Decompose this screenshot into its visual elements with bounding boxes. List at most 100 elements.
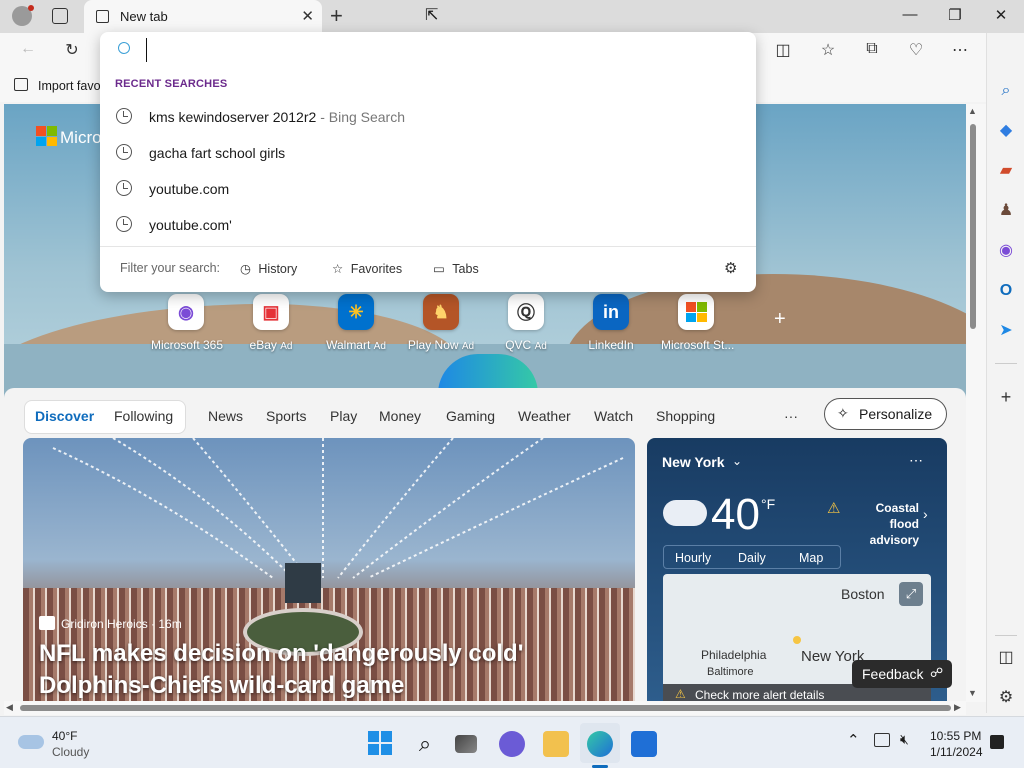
restore-button[interactable]: ❐ [940,6,970,24]
chevron-right-icon[interactable]: › [923,506,928,522]
tab-daily[interactable]: Daily [738,551,766,565]
shopping-tag-icon[interactable]: ◆ [995,120,1017,142]
category-news[interactable]: News [208,408,243,424]
vertical-scroll-thumb[interactable] [970,124,976,329]
edge-taskbar-icon[interactable] [587,731,613,757]
file-explorer-icon[interactable] [543,731,569,757]
refresh-icon[interactable]: ↻ [60,40,84,60]
suggestion-row[interactable]: youtube.com [100,171,756,207]
taskbar-weather-desc: Cloudy [52,745,90,759]
history-icon: ◷ [240,262,251,276]
category-weather[interactable]: Weather [518,408,571,424]
workspaces-icon[interactable] [52,8,68,24]
personalize-label: Personalize [859,406,933,422]
suggestion-row[interactable]: gacha fart school girls [100,135,756,171]
filter-label: Filter your search: [120,261,221,275]
task-view-icon[interactable] [455,735,477,753]
personalize-button[interactable]: ✧ Personalize [824,398,947,430]
category-gaming[interactable]: Gaming [446,408,495,424]
scroll-right-icon[interactable]: ▶ [954,702,961,713]
taskbar-search-icon[interactable]: ⌕ [412,731,438,757]
quick-link-qvc[interactable]: Ⓠ QVC Ad [491,294,561,352]
quick-link-microsoft-store[interactable]: Microsoft St... [661,294,734,352]
filter-settings-gear-icon[interactable]: ⚙ [724,259,737,277]
weather-widget[interactable]: 40°F Cloudy [16,727,116,761]
category-watch[interactable]: Watch [594,408,633,424]
suggestion-row[interactable]: kms kewindoserver 2012r2 - Bing Search [100,99,756,135]
category-play[interactable]: Play [330,408,357,424]
teams-chat-icon[interactable] [499,731,525,757]
play-now-icon: ♞ [423,294,459,330]
quick-link-walmart[interactable]: ✳ Walmart Ad [321,294,391,352]
category-sports[interactable]: Sports [266,408,306,424]
category-shopping[interactable]: Shopping [656,408,715,424]
category-money[interactable]: Money [379,408,421,424]
microsoft365-icon[interactable]: ◉ [995,240,1017,262]
start-button[interactable] [368,731,394,757]
weather-more-icon[interactable]: ⋯ [909,452,923,469]
filter-favorites-label: Favorites [350,262,403,276]
weather-alert[interactable]: Coastal flood advisory [845,500,919,548]
show-hidden-icons[interactable]: ⌃ [847,731,860,749]
mouse-cursor-icon: ⇱ [425,7,439,24]
network-icon[interactable] [874,733,890,747]
more-categories-icon[interactable]: ··· [784,408,798,424]
weather-location[interactable]: New York [662,454,725,470]
add-app-icon[interactable]: + [995,386,1017,408]
quick-link-ebay[interactable]: ▣ eBay Ad [236,294,306,352]
tab-hourly[interactable]: Hourly [675,551,711,565]
quick-link-microsoft365[interactable]: ◉ Microsoft 365 [151,294,223,352]
browser-essentials-icon[interactable]: ♡ [904,40,928,60]
drop-icon[interactable]: ➤ [995,320,1017,342]
add-site-icon[interactable]: + [774,308,786,331]
tools-icon[interactable]: ▰ [995,160,1017,182]
quick-link-play-now[interactable]: ♞ Play Now Ad [406,294,476,352]
feedback-button[interactable]: Feedback ☍ [852,660,952,688]
horizontal-scroll-thumb[interactable] [20,705,951,711]
new-tab-button[interactable]: + [330,3,343,29]
chevron-down-icon[interactable]: ⌄ [732,454,742,468]
hide-sidebar-icon[interactable]: ◫ [995,647,1017,669]
sidebar-settings-icon[interactable]: ⚙ [995,687,1017,709]
close-tab-icon[interactable]: ✕ [301,7,314,25]
microsoft-store-taskbar-icon[interactable] [631,731,657,757]
horizontal-scrollbar[interactable]: ◀ ▶ [4,701,966,715]
suggestion-row[interactable]: youtube.com' [100,207,756,243]
tab-new-tab[interactable]: New tab ✕ [84,0,322,33]
expand-map-icon[interactable]: ⤢ [899,582,923,606]
search-icon[interactable]: ⌕ [995,80,1017,102]
scroll-down-icon[interactable]: ▼ [968,688,977,698]
quick-link-label: eBay [249,338,277,352]
quick-link-label: LinkedIn [588,338,634,352]
address-bar-input[interactable] [146,38,736,62]
article-headline[interactable]: NFL makes decision on 'dangerously cold'… [39,638,629,701]
tab-following[interactable]: Following [114,408,173,424]
clock-time[interactable]: 10:55 PM [930,729,981,743]
scroll-left-icon[interactable]: ◀ [6,702,13,713]
outlook-icon[interactable]: O [995,280,1017,302]
collections-icon[interactable]: ⧉ [860,40,884,58]
filter-favorites-button[interactable]: ☆ Favorites [332,261,402,276]
close-window-button[interactable]: ✕ [986,6,1016,24]
minimize-button[interactable]: — [895,6,925,23]
hero-article-card[interactable]: Gridiron Heroics · 16m NFL makes decisio… [23,438,635,701]
split-screen-icon[interactable]: ◫ [771,40,795,60]
vertical-scrollbar[interactable]: ▲ ▼ [966,104,986,702]
filter-history-button[interactable]: ◷ History [240,261,297,276]
scroll-up-icon[interactable]: ▲ [968,106,977,116]
back-icon[interactable]: ← [16,40,40,58]
favorites-star-icon[interactable]: ☆ [816,40,840,60]
quick-link-linkedin[interactable]: in LinkedIn [576,294,646,352]
ebay-icon: ▣ [253,294,289,330]
map-label-baltimore: Baltimore [707,666,754,678]
tab-map[interactable]: Map [799,551,823,565]
import-favorites-link[interactable]: Import favo [38,79,101,93]
games-icon[interactable]: ♟ [995,200,1017,222]
clock-date[interactable]: 1/11/2024 [930,745,983,759]
search-icon [118,42,130,54]
filter-tabs-button[interactable]: ▭ Tabs [433,261,479,276]
notification-center-icon[interactable] [990,735,1004,749]
settings-more-icon[interactable]: ⋯ [948,40,972,60]
volume-muted-icon[interactable]: 🔇︎ [900,731,909,748]
tab-discover[interactable]: Discover [35,408,94,424]
